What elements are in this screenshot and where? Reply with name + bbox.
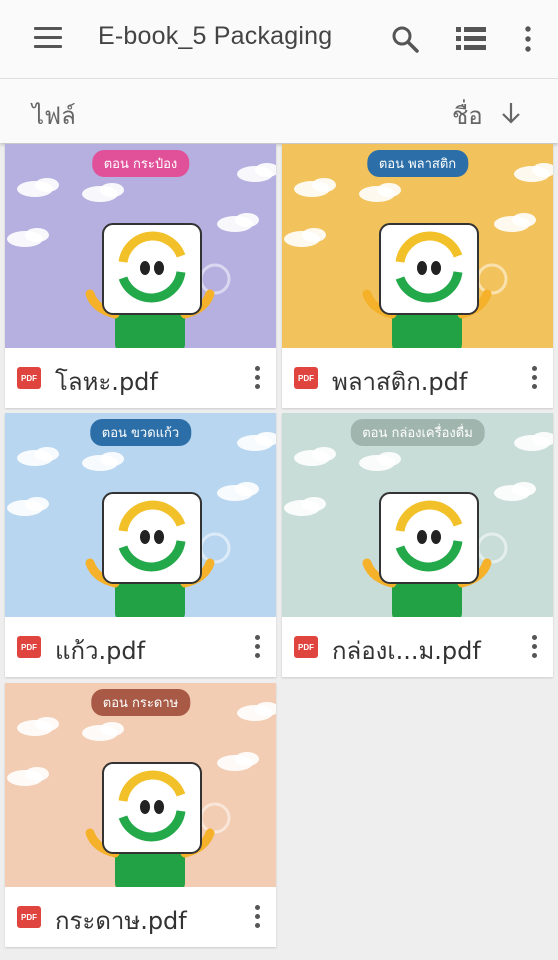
file-more-options-icon[interactable] [529, 366, 539, 390]
episode-badge: ตอน กล่องเครื่องดื่ม [350, 419, 485, 446]
file-more-options-icon[interactable] [252, 905, 262, 929]
file-thumbnail[interactable]: ตอน พลาสติก [282, 144, 553, 348]
pdf-file-icon: PDF [294, 636, 318, 658]
file-name: แก้ว.pdf [55, 637, 146, 665]
app-bar: E-book_5 Packaging [0, 0, 558, 79]
file-more-options-icon[interactable] [529, 635, 539, 659]
sort-by-name-button[interactable]: ชื่อ [452, 96, 483, 135]
list-view-icon[interactable] [456, 26, 486, 52]
file-thumbnail[interactable]: ตอน กระดาษ [5, 683, 276, 887]
file-name: กระดาษ.pdf [55, 907, 187, 935]
arrow-down-icon[interactable] [500, 101, 522, 125]
files-section-label: ไฟล์ [32, 102, 76, 130]
page-title: E-book_5 Packaging [98, 22, 333, 50]
search-icon[interactable] [390, 24, 420, 54]
file-thumbnail[interactable]: ตอน กล่องเครื่องดื่ม [282, 413, 553, 617]
file-thumbnail[interactable]: ตอน กระป๋อง [5, 144, 276, 348]
file-card[interactable]: ตอน ขวดแก้ว PDF แก้ว.pdf [5, 413, 276, 677]
file-name: พลาสติก.pdf [332, 368, 468, 396]
file-name: โลหะ.pdf [55, 368, 158, 396]
file-thumbnail[interactable]: ตอน ขวดแก้ว [5, 413, 276, 617]
file-card[interactable]: ตอน กล่องเครื่องดื่ม PDF กล่องเ...ม.pdf [282, 413, 553, 677]
episode-badge: ตอน พลาสติก [366, 150, 469, 177]
menu-icon[interactable] [34, 27, 62, 49]
episode-badge: ตอน ขวดแก้ว [89, 419, 192, 446]
file-more-options-icon[interactable] [252, 635, 262, 659]
file-card[interactable]: ตอน กระดาษ PDF กระดาษ.pdf [5, 683, 276, 947]
file-name: กล่องเ...ม.pdf [332, 637, 481, 665]
episode-badge: ตอน กระป๋อง [91, 150, 190, 177]
pdf-file-icon: PDF [17, 906, 41, 928]
more-vert-icon[interactable] [520, 25, 536, 53]
file-more-options-icon[interactable] [252, 366, 262, 390]
sort-bar: ไฟล์ ชื่อ [0, 79, 558, 143]
pdf-file-icon: PDF [17, 367, 41, 389]
file-card[interactable]: ตอน กระป๋อง PDF โลหะ.pdf [5, 144, 276, 408]
file-card[interactable]: ตอน พลาสติก PDF พลาสติก.pdf [282, 144, 553, 408]
episode-badge: ตอน กระดาษ [90, 689, 191, 716]
pdf-file-icon: PDF [294, 367, 318, 389]
pdf-file-icon: PDF [17, 636, 41, 658]
